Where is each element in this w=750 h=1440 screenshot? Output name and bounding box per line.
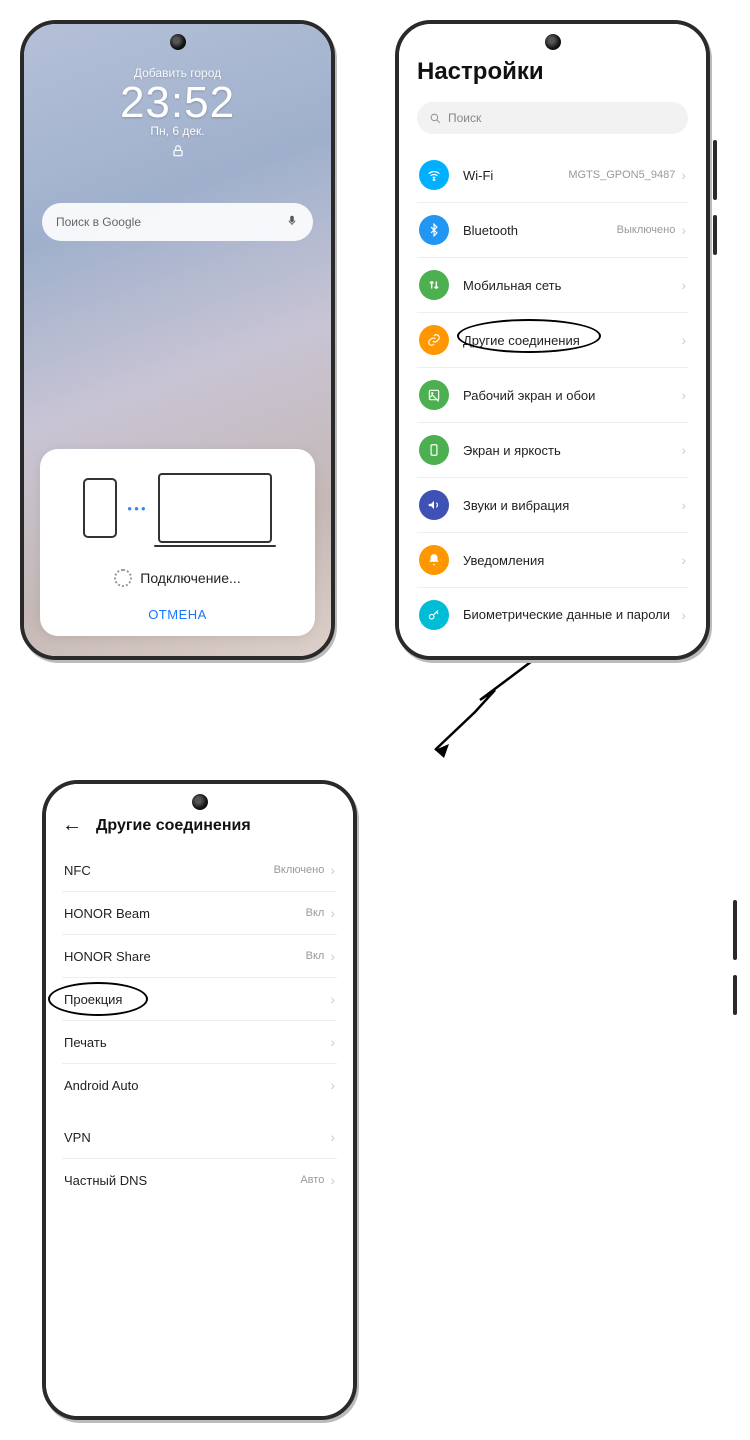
conn-item-projection[interactable]: Проекция › [62,978,337,1021]
phone-settings: Настройки Поиск Wi-Fi MGTS_GPON5_9487 › … [395,20,710,660]
item-label: NFC [64,863,274,878]
camera-cutout [192,794,208,810]
settings-search[interactable]: Поиск [417,102,688,134]
camera-cutout [170,34,186,50]
item-value: Вкл [306,907,325,919]
chevron-right-icon: › [681,607,686,623]
chevron-right-icon: › [681,167,686,183]
settings-screen: Настройки Поиск Wi-Fi MGTS_GPON5_9487 › … [399,24,706,656]
link-icon [419,325,449,355]
cast-tv-icon [158,473,272,543]
mobile-data-icon [419,270,449,300]
back-button[interactable]: ← [62,814,82,837]
clock-date: Пн, 6 дек. [24,124,331,138]
item-label: Android Auto [64,1078,330,1093]
settings-item-home[interactable]: Рабочий экран и обои › [417,368,688,423]
conn-item-dns[interactable]: Частный DNS Авто › [62,1159,337,1201]
mic-icon[interactable] [285,214,299,231]
settings-label: Уведомления [463,553,681,568]
search-icon [429,112,442,125]
conn-item-print[interactable]: Печать › [62,1021,337,1064]
settings-item-sound[interactable]: Звуки и вибрация › [417,478,688,533]
item-value: Авто [300,1174,324,1186]
chevron-right-icon: › [681,222,686,238]
chevron-right-icon: › [681,442,686,458]
connecting-label: Подключение... [140,570,240,586]
lockscreen: Добавить город 23:52 Пн, 6 дек. Поиск в … [24,24,331,656]
settings-label: Wi-Fi [463,168,568,183]
sound-icon [419,490,449,520]
display-icon [419,435,449,465]
chevron-right-icon: › [681,552,686,568]
chevron-right-icon: › [330,1129,335,1145]
lock-icon [171,144,185,163]
chevron-right-icon: › [681,332,686,348]
chevron-right-icon: › [330,1172,335,1188]
settings-label: Рабочий экран и обои [463,388,681,403]
key-icon [419,600,449,630]
cancel-button[interactable]: ОТМЕНА [60,607,295,622]
spinner-icon [114,569,132,587]
item-label: VPN [64,1130,330,1145]
flow-arrow [340,650,560,770]
settings-label: Другие соединения [463,333,681,348]
clock-time: 23:52 [24,78,331,128]
page-title: Другие соединения [96,817,251,835]
conn-item-nfc[interactable]: NFC Включено › [62,849,337,892]
conn-item-vpn[interactable]: VPN › [62,1116,337,1159]
chevron-right-icon: › [681,387,686,403]
chevron-right-icon: › [330,862,335,878]
phone-lockscreen: Добавить город 23:52 Пн, 6 дек. Поиск в … [20,20,335,660]
settings-label: Bluetooth [463,223,617,238]
settings-value: MGTS_GPON5_9487 [568,169,675,181]
settings-item-notifications[interactable]: Уведомления › [417,533,688,588]
google-search-bar[interactable]: Поиск в Google [42,203,313,241]
chevron-right-icon: › [330,1077,335,1093]
connecting-status: Подключение... [60,569,295,587]
item-label: Проекция [64,992,330,1007]
item-label: HONOR Beam [64,906,306,921]
connections-screen: ← Другие соединения NFC Включено › HONOR… [46,784,353,1416]
settings-label: Звуки и вибрация [463,498,681,513]
settings-item-wifi[interactable]: Wi-Fi MGTS_GPON5_9487 › [417,148,688,203]
wallpaper-icon [419,380,449,410]
item-label: HONOR Share [64,949,306,964]
item-label: Частный DNS [64,1173,300,1188]
settings-item-bluetooth[interactable]: Bluetooth Выключено › [417,203,688,258]
chevron-right-icon: › [330,991,335,1007]
settings-item-biometrics[interactable]: Биометрические данные и пароли › [417,588,688,642]
settings-label: Экран и яркость [463,443,681,458]
casting-card: ●●● Подключение... ОТМЕНА [40,449,315,636]
cast-dots-icon: ●●● [127,504,148,513]
conn-item-androidauto[interactable]: Android Auto › [62,1064,337,1106]
settings-item-connections[interactable]: Другие соединения › [417,313,688,368]
conn-item-share[interactable]: HONOR Share Вкл › [62,935,337,978]
settings-label: Биометрические данные и пароли [463,607,681,623]
chevron-right-icon: › [330,948,335,964]
add-city-label[interactable]: Добавить город [24,66,331,80]
item-value: Вкл [306,950,325,962]
phone-connections: ← Другие соединения NFC Включено › HONOR… [42,780,357,1420]
bell-icon [419,545,449,575]
chevron-right-icon: › [681,277,686,293]
camera-cutout [545,34,561,50]
chevron-right-icon: › [330,905,335,921]
cast-diagram: ●●● [60,473,295,543]
settings-item-mobile[interactable]: Мобильная сеть › [417,258,688,313]
page-title: Настройки [417,58,688,86]
wifi-icon [419,160,449,190]
settings-item-display[interactable]: Экран и яркость › [417,423,688,478]
cast-phone-icon [83,478,117,538]
item-value: Включено [274,864,325,876]
bluetooth-icon [419,215,449,245]
conn-item-beam[interactable]: HONOR Beam Вкл › [62,892,337,935]
search-placeholder: Поиск в Google [56,215,141,229]
search-placeholder: Поиск [448,111,481,125]
chevron-right-icon: › [681,497,686,513]
item-label: Печать [64,1035,330,1050]
settings-value: Выключено [617,224,676,236]
settings-label: Мобильная сеть [463,278,681,293]
chevron-right-icon: › [330,1034,335,1050]
